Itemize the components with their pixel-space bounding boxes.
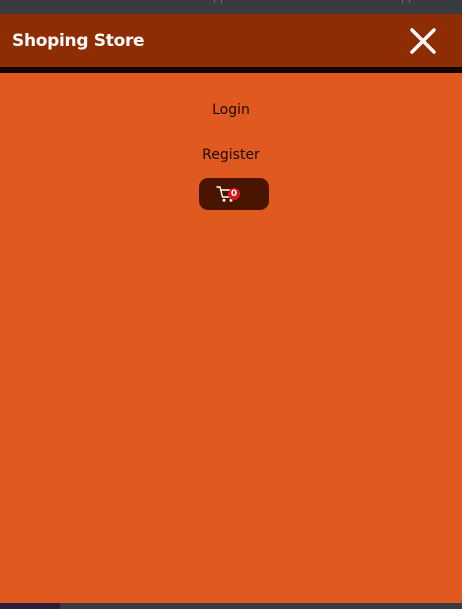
cart-count-badge: 0 [228, 188, 240, 200]
browser-bottom-strip [0, 603, 462, 609]
close-icon [410, 28, 436, 54]
divider [214, 0, 222, 3]
taskbar-tab [0, 603, 60, 609]
store-title: Shoping Store [12, 31, 145, 51]
header-divider [0, 67, 462, 73]
divider [402, 0, 410, 3]
close-menu-button[interactable] [406, 24, 440, 58]
cart-button[interactable]: 0 [199, 178, 269, 210]
login-link[interactable]: Login [0, 102, 462, 118]
browser-top-strip [0, 0, 462, 14]
register-link[interactable]: Register [0, 147, 462, 163]
app-header: Shoping Store [0, 14, 462, 67]
